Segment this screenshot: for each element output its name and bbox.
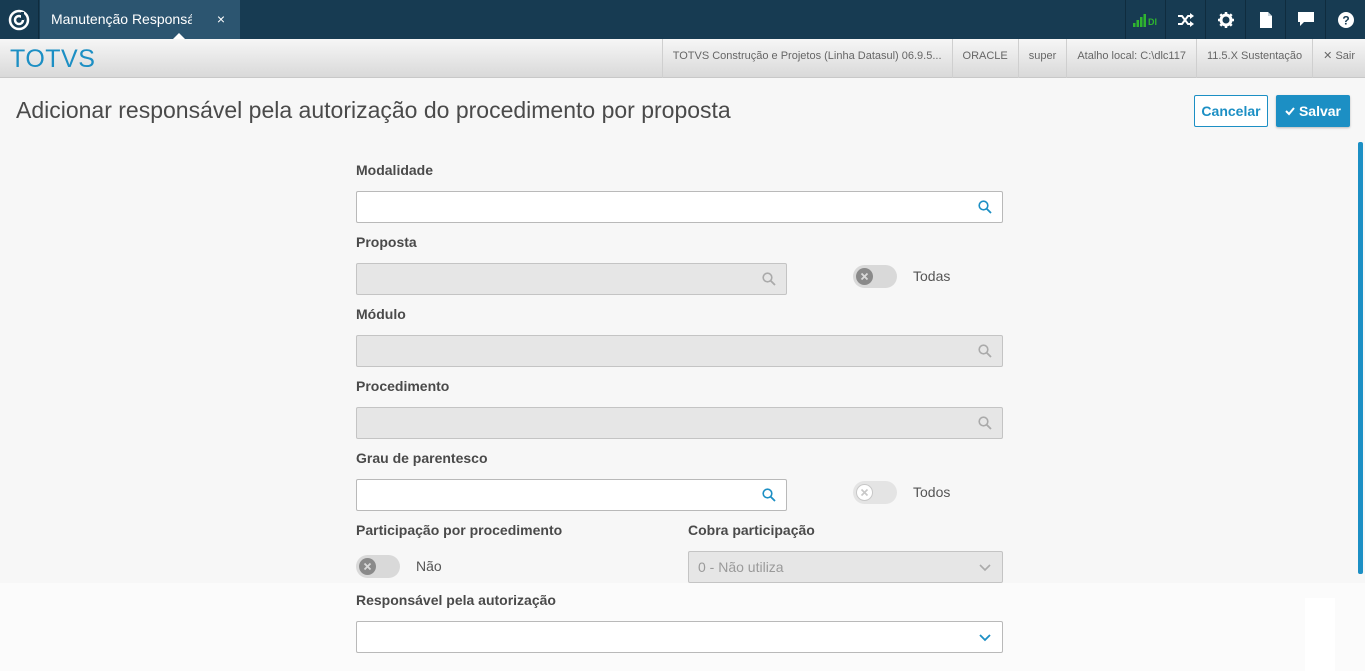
grau-label: Grau de parentesco (356, 450, 488, 466)
system-header: TOTVS TOTVS Construção e Projetos (Linha… (0, 39, 1365, 78)
brand-logo: TOTVS (10, 45, 96, 73)
search-icon[interactable] (978, 200, 992, 214)
logout-button[interactable]: ✕ Sair (1312, 39, 1365, 78)
top-toolbar: DI ? (1125, 0, 1365, 39)
participacao-toggle[interactable] (356, 555, 400, 578)
modulo-label: Módulo (356, 306, 406, 322)
corner-panel (1305, 598, 1335, 671)
modalidade-input[interactable] (357, 192, 1002, 222)
grau-field[interactable] (356, 479, 787, 511)
shuffle-icon[interactable] (1165, 0, 1205, 39)
search-icon (978, 344, 992, 358)
cobra-select[interactable]: 0 - Não utiliza (688, 551, 1003, 583)
cobra-label: Cobra participação (688, 522, 815, 538)
system-database: ORACLE (951, 39, 1018, 78)
system-version: 11.5.X Sustentação (1195, 39, 1312, 78)
app-logo-icon[interactable] (0, 0, 39, 39)
procedimento-label: Procedimento (356, 378, 450, 394)
document-icon[interactable] (1245, 0, 1285, 39)
procedimento-input[interactable] (357, 408, 1002, 438)
grau-input[interactable] (357, 480, 786, 510)
check-icon (1285, 103, 1295, 119)
svg-text:?: ? (1342, 13, 1349, 27)
tab-manutencao[interactable]: Manutenção Responsável × (40, 0, 240, 39)
modulo-input[interactable] (357, 336, 1002, 366)
system-user: super (1017, 39, 1067, 78)
modalidade-field[interactable] (356, 191, 1003, 223)
di-badge: DI (1148, 17, 1157, 27)
toggle-off-icon (856, 484, 873, 501)
top-bar: Manutenção Responsável × DI ? (0, 0, 1365, 39)
tab-close-button[interactable]: × (217, 0, 225, 39)
modalidade-label: Modalidade (356, 162, 434, 178)
di-signal-icon[interactable]: DI (1125, 0, 1165, 39)
search-icon[interactable] (762, 488, 776, 502)
close-icon: ✕ (1323, 50, 1333, 62)
toggle-off-icon (359, 558, 376, 575)
toggle-off-icon (856, 268, 873, 285)
tab-label: Manutenção Responsável (51, 11, 192, 27)
search-icon (978, 416, 992, 430)
system-product: TOTVS Construção e Projetos (Linha Datas… (661, 39, 952, 78)
page-title: Adicionar responsável pela autorização d… (16, 97, 731, 123)
system-shortcut: Atalho local: C:\dlc117 (1066, 39, 1196, 78)
proposta-label: Proposta (356, 234, 417, 250)
cancel-button[interactable]: Cancelar (1194, 95, 1268, 127)
responsavel-label: Responsável pela autorização (356, 592, 556, 608)
responsavel-select[interactable] (356, 621, 1003, 653)
chevron-down-icon[interactable] (978, 630, 992, 644)
save-label: Salvar (1298, 103, 1342, 119)
gear-icon[interactable] (1205, 0, 1245, 39)
proposta-input[interactable] (357, 264, 786, 294)
todas-label: Todas (913, 268, 951, 284)
participacao-label: Participação por procedimento (356, 522, 563, 538)
system-info-bar: TOTVS Construção e Projetos (Linha Datas… (661, 39, 1365, 78)
search-icon (762, 272, 776, 286)
todas-toggle[interactable] (853, 265, 897, 288)
todos-label: Todos (913, 484, 951, 500)
procedimento-field[interactable] (356, 407, 1003, 439)
logout-label: Sair (1335, 50, 1355, 62)
nao-label: Não (416, 558, 442, 574)
chevron-down-icon (979, 564, 991, 572)
proposta-field[interactable] (356, 263, 787, 295)
help-icon[interactable]: ? (1325, 0, 1365, 39)
chat-icon[interactable] (1285, 0, 1325, 39)
todos-toggle[interactable] (853, 481, 897, 504)
modulo-field[interactable] (356, 335, 1003, 367)
save-button[interactable]: Salvar (1276, 95, 1350, 127)
scrollbar[interactable] (1358, 142, 1363, 574)
cobra-value: 0 - Não utiliza (698, 559, 784, 575)
